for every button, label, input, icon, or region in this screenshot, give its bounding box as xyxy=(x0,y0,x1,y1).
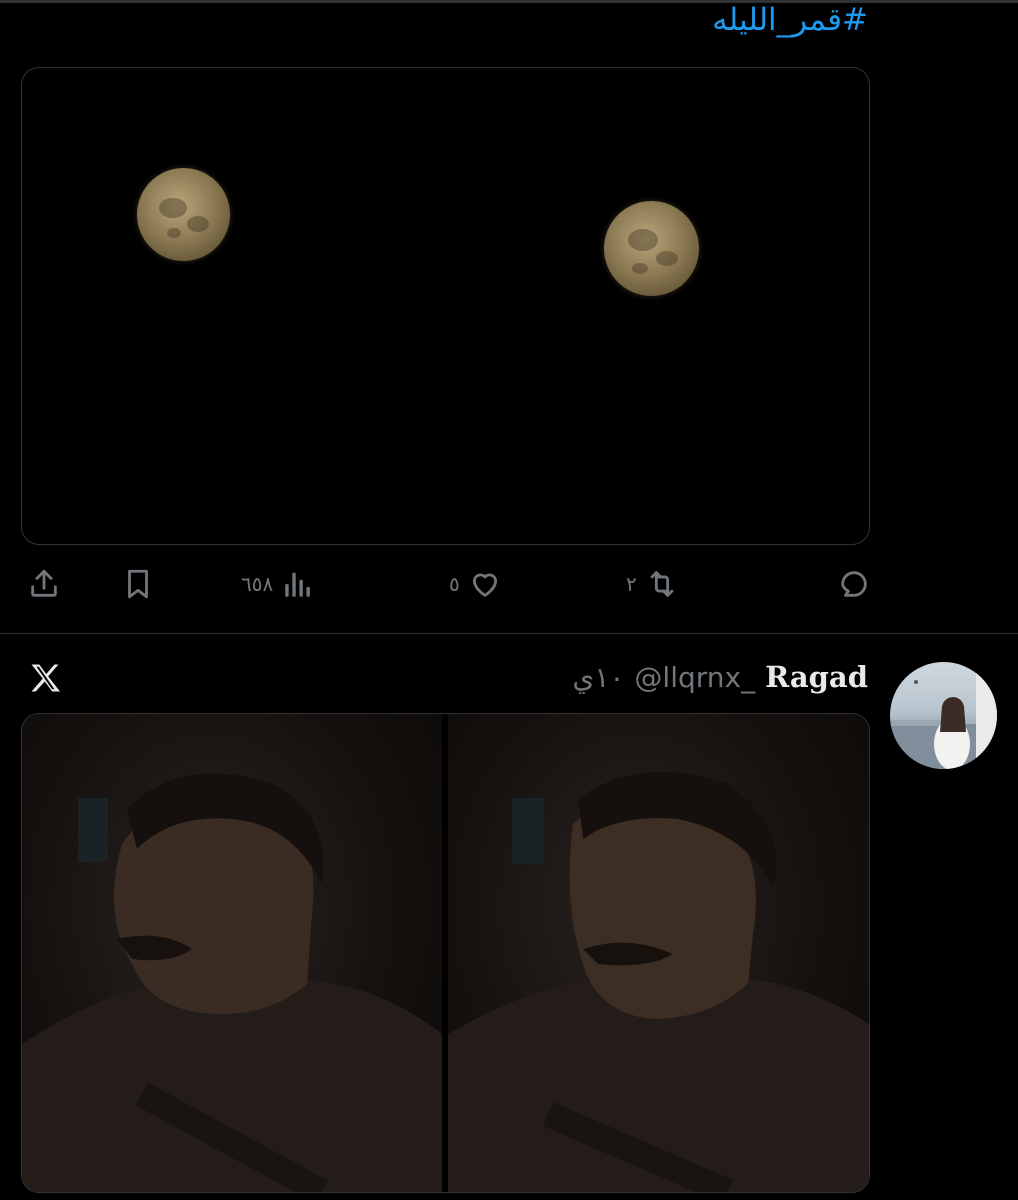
avatar[interactable] xyxy=(890,662,997,769)
tweet-author-row: ١٠ي @llqrnx_ Ragad xyxy=(572,660,868,694)
hashtag-link[interactable]: #قمر_الليله xyxy=(712,2,868,38)
person-photo-left xyxy=(22,773,442,1192)
views-count: ٦٥٨ xyxy=(241,572,274,596)
retweet-button[interactable]: ٢ xyxy=(626,567,679,601)
share-button[interactable] xyxy=(27,567,61,601)
tweet-time[interactable]: ١٠ي xyxy=(572,661,624,694)
moon-image-left xyxy=(137,168,230,261)
author-name[interactable]: Ragad xyxy=(765,660,868,694)
tweet-media-photos[interactable] xyxy=(21,713,870,1193)
tweet-media-moon[interactable] xyxy=(21,67,870,545)
tweet-divider xyxy=(0,633,1018,634)
photo-left[interactable] xyxy=(22,714,442,1192)
heart-icon xyxy=(472,573,497,597)
moon-image-right xyxy=(604,201,699,296)
person-photo-right xyxy=(448,772,869,1192)
tweet-action-bar: ٦٥٨ ٥ ٢ xyxy=(0,555,1018,615)
avatar-image xyxy=(890,662,997,769)
photo-right[interactable] xyxy=(448,714,869,1192)
views-icon xyxy=(285,572,311,597)
bookmark-button[interactable] xyxy=(121,567,155,601)
like-count: ٥ xyxy=(449,572,460,596)
reply-icon xyxy=(841,571,867,597)
x-logo-icon[interactable] xyxy=(27,660,63,696)
author-handle[interactable]: @llqrnx_ xyxy=(634,661,755,694)
like-button[interactable]: ٥ xyxy=(449,567,502,601)
share-icon xyxy=(31,569,57,597)
bookmark-icon xyxy=(128,569,148,599)
reply-button[interactable] xyxy=(829,567,871,601)
views-button[interactable]: ٦٥٨ xyxy=(241,567,315,601)
retweet-icon xyxy=(650,571,674,597)
retweet-count: ٢ xyxy=(626,572,637,596)
